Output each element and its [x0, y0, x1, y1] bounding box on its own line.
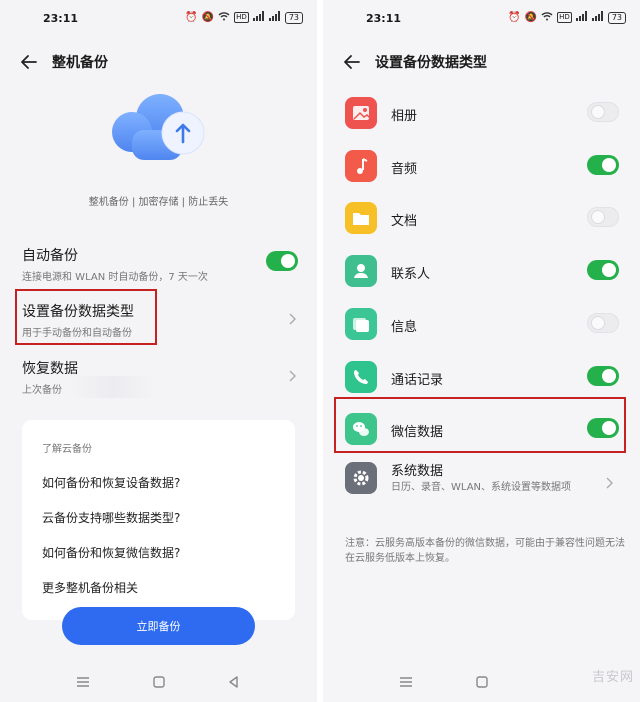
header: 整机备份	[0, 50, 317, 76]
type-label: 联系人	[391, 267, 431, 282]
menu-icon[interactable]	[75, 674, 91, 690]
music-note-icon	[345, 150, 377, 182]
call-log-toggle[interactable]	[587, 366, 619, 386]
battery-icon: 73	[284, 11, 303, 24]
alarm-icon: ⏰	[185, 12, 198, 23]
chevron-right-icon	[289, 370, 296, 382]
page-title: 整机备份	[52, 55, 108, 71]
help-link[interactable]: 云备份支持哪些数据类型?	[42, 509, 180, 526]
wifi-icon	[541, 11, 553, 24]
message-icon	[345, 308, 377, 340]
backup-types-screen: 23:11 ⏰ 🔕 HD 73 设置备份数据类型 相册 音频 文档 联系人 信息…	[323, 0, 640, 702]
restore-data-sub: 上次备份	[22, 385, 62, 396]
help-heading: 了解云备份	[42, 444, 92, 455]
home-icon[interactable]	[474, 674, 490, 690]
type-label: 通话记录	[391, 373, 444, 388]
type-label: 信息	[391, 320, 418, 335]
mute-icon: 🔕	[201, 12, 215, 23]
alarm-icon: ⏰	[508, 12, 521, 23]
folder-icon	[345, 202, 377, 234]
help-card: 了解云备份 如何备份和恢复设备数据? 云备份支持哪些数据类型? 如何备份和恢复微…	[22, 420, 295, 620]
status-icons: ⏰ 🔕 HD 73	[185, 11, 303, 24]
tagline: 整机备份 | 加密存储 | 防止丢失	[88, 197, 229, 208]
wifi-icon	[218, 11, 230, 24]
status-icons: ⏰ 🔕 HD 73	[508, 11, 626, 24]
system-data-sub: 日历、录音、WLAN、系统设置等数据项	[391, 482, 572, 493]
type-label: 文档	[391, 214, 418, 229]
compatibility-note: 注意：云服务高版本备份的微信数据，可能由于兼容性问题无法在云服务低版本上恢复。	[345, 538, 625, 564]
signal-2-icon	[268, 11, 281, 24]
help-link[interactable]: 更多整机备份相关	[42, 579, 138, 596]
gear-icon	[345, 462, 377, 494]
auto-backup-sub: 连接电源和 WLAN 时自动备份，7 天一次	[22, 272, 208, 283]
chevron-right-icon	[606, 477, 613, 489]
type-row-contacts: 联系人	[323, 251, 640, 303]
chevron-right-icon	[289, 313, 296, 325]
signal-icon	[575, 11, 588, 24]
page-title: 设置备份数据类型	[375, 55, 487, 71]
highlight-box	[334, 397, 626, 453]
auto-backup-row: 自动备份 连接电源和 WLAN 时自动备份，7 天一次	[22, 245, 299, 283]
type-row-audio: 音频	[323, 146, 640, 198]
documents-toggle[interactable]	[587, 207, 619, 227]
status-bar: 23:11 ⏰ 🔕 HD 73	[323, 10, 640, 30]
restore-data-label: 恢复数据	[22, 361, 78, 377]
auto-backup-toggle[interactable]	[266, 251, 298, 271]
battery-icon: 73	[607, 11, 626, 24]
type-label: 相册	[391, 109, 418, 124]
audio-toggle[interactable]	[587, 155, 619, 175]
type-row-documents: 文档	[323, 198, 640, 250]
system-data-row[interactable]: 系统数据 日历、录音、WLAN、系统设置等数据项	[323, 458, 640, 518]
status-time: 23:11	[43, 12, 79, 25]
status-time: 23:11	[366, 12, 402, 25]
blurred-backup-time	[70, 376, 156, 398]
home-icon[interactable]	[151, 674, 167, 690]
help-link[interactable]: 如何备份和恢复设备数据?	[42, 474, 180, 491]
messages-toggle[interactable]	[587, 313, 619, 333]
phone-icon	[345, 361, 377, 393]
header: 设置备份数据类型	[323, 50, 640, 76]
backup-now-button[interactable]: 立即备份	[62, 607, 255, 645]
watermark: 吉安网	[591, 670, 634, 685]
menu-icon[interactable]	[398, 674, 414, 690]
help-link[interactable]: 如何备份和恢复微信数据?	[42, 544, 180, 561]
nav-bar	[0, 666, 317, 696]
cloud-upload-icon	[112, 94, 205, 160]
highlight-box	[15, 289, 157, 345]
type-row-messages: 信息	[323, 304, 640, 356]
auto-backup-label: 自动备份	[22, 248, 78, 264]
backup-screen: 23:11 ⏰ 🔕 HD 73 整机备份 整机备份 | 加密存储 | 防止丢失 …	[0, 0, 317, 702]
status-bar: 23:11 ⏰ 🔕 HD 73	[0, 10, 317, 30]
signal-2-icon	[591, 11, 604, 24]
type-label: 音频	[391, 162, 418, 177]
hd-icon: HD	[234, 12, 249, 23]
contact-icon	[345, 255, 377, 287]
signal-icon	[252, 11, 265, 24]
mute-icon: 🔕	[524, 12, 538, 23]
system-data-label: 系统数据	[391, 464, 444, 479]
photos-toggle[interactable]	[587, 102, 619, 122]
hd-icon: HD	[557, 12, 572, 23]
restore-data-row[interactable]: 恢复数据 上次备份	[22, 358, 299, 396]
type-row-photos: 相册	[323, 93, 640, 145]
back-triangle-icon[interactable]	[226, 674, 242, 690]
photos-icon	[345, 97, 377, 129]
contacts-toggle[interactable]	[587, 260, 619, 280]
back-arrow-icon[interactable]	[341, 52, 363, 72]
back-arrow-icon[interactable]	[18, 52, 40, 72]
